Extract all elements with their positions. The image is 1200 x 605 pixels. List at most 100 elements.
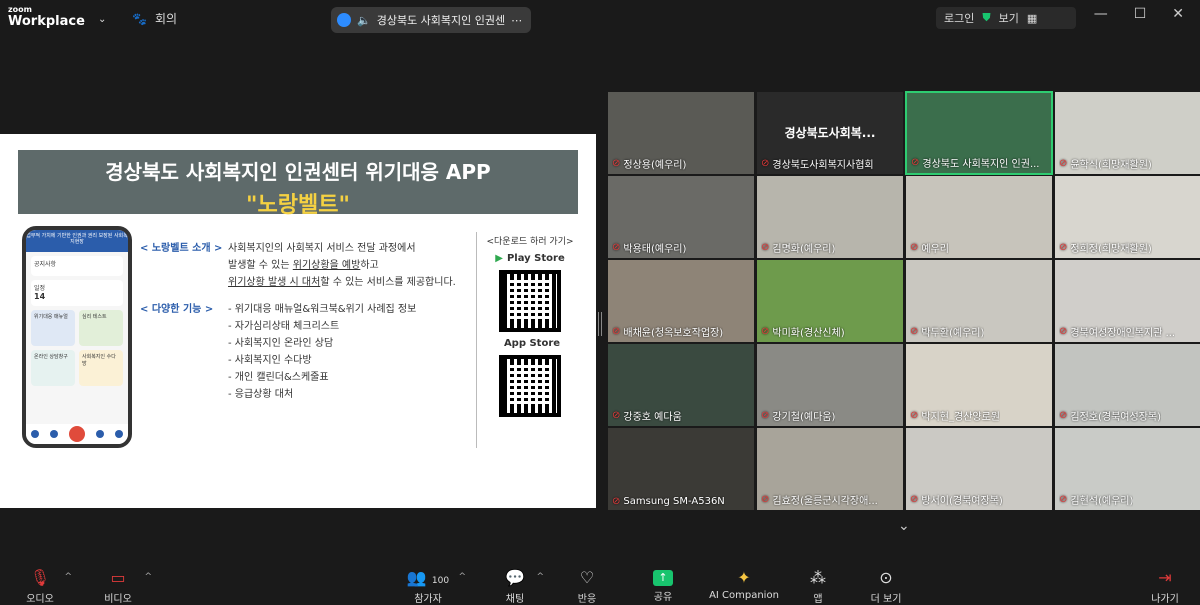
participants-label: 참가자	[414, 594, 442, 605]
participant-tile[interactable]: ⊘ 배채윤(청옥보호작업장)	[607, 259, 755, 343]
participant-tile[interactable]: 경상북도사회복... ⊘ 경상북도사회복지사협회	[756, 91, 904, 175]
ai-companion-button[interactable]: ✦ AI Companion	[708, 568, 780, 601]
phone-nav	[26, 424, 128, 444]
intro-label: < 노랑벨트 소개 >	[140, 243, 223, 254]
participant-name-label: ⊘ 강기철(예다움)	[761, 408, 835, 423]
mic-muted-icon: ⊘	[1059, 158, 1068, 169]
participant-tile[interactable]: ⊘ 강중호 예다움	[607, 343, 755, 427]
login-button[interactable]: 로그인	[944, 10, 974, 26]
phone-cell: 사회복지인 수다방	[79, 350, 123, 386]
leave-button[interactable]: ⇥ 나가기	[1148, 568, 1182, 605]
mic-muted-icon: ⊘	[761, 242, 770, 253]
mic-muted-icon: ⊘	[911, 157, 920, 168]
phone-cell: 위기대응 매뉴얼	[31, 310, 75, 346]
participant-tile[interactable]: ⊘ 방서이(경북여장복)	[905, 427, 1053, 511]
mic-muted-icon: ⊘	[612, 326, 621, 337]
video-button[interactable]: ▭ 비디오 ^	[98, 568, 152, 605]
participant-display-name: 경상북도사회복...	[784, 126, 876, 140]
chevron-up-icon[interactable]: ^	[64, 572, 72, 582]
apps-button[interactable]: ⁂ 앱	[804, 568, 832, 605]
phone-alert: 공지사항	[31, 256, 123, 276]
slide-subtitle: "노랑벨트"	[246, 193, 350, 218]
heart-icon: ♡	[579, 568, 595, 587]
react-label: 반응	[577, 594, 597, 605]
participants-button[interactable]: 👥 100 참가자 ^	[404, 568, 466, 605]
participant-tile[interactable]: ⊘ 정상용(예우리)	[607, 91, 755, 175]
participant-tile[interactable]: ⊘ Samsung SM-A536N	[607, 427, 755, 511]
intro-text: 발생할 수 있는	[228, 260, 293, 271]
phone-cell: 심리 테스트	[79, 310, 123, 346]
participant-tile[interactable]: ⊘ 김현석(예우리)	[1054, 427, 1200, 511]
phone-date: 일정 14	[31, 280, 123, 306]
audio-button[interactable]: 🎙 오디오 ^	[22, 568, 72, 605]
share-button[interactable]: ↑ 공유	[648, 568, 678, 603]
intro-line: 위기상황 발생 시 대처할 수 있는 서비스를 제공합니다.	[228, 274, 480, 291]
participant-tile[interactable]: ⊘ 박지현_경산양로원	[905, 343, 1053, 427]
resize-handle[interactable]	[598, 312, 602, 336]
phone-banner: 업무적 가치에 기반한 인권과 권리 보장된 사회복지현장	[26, 230, 128, 252]
participant-name-label: ⊘ 박미화(경산신체)	[761, 324, 845, 339]
participant-tile[interactable]: ⊘ 예우리	[905, 175, 1053, 259]
participant-name: 박미화(경산신체)	[772, 328, 845, 339]
meeting-menu-button[interactable]: 🐾 회의	[132, 10, 177, 27]
participant-name-label: ⊘ 경상북도사회복지사협회	[761, 156, 874, 171]
video-label: 비디오	[104, 594, 132, 605]
view-grid-icon[interactable]: ▦	[1027, 12, 1037, 25]
meeting-label: 회의	[154, 12, 178, 26]
chevron-down-icon[interactable]: ⌄	[898, 518, 910, 534]
view-button[interactable]: 보기	[999, 10, 1019, 26]
participant-tile[interactable]: ⊘ 경상북도 사회복지인 인권...	[905, 91, 1053, 175]
participant-name-label: ⊘ 김정호(경북여성장복)	[1059, 408, 1161, 423]
participant-tile[interactable]: ⊘ 김효정(울릉군시각장애...	[756, 427, 904, 511]
participant-tile[interactable]: ⊘ 박미화(경산신체)	[756, 259, 904, 343]
mic-muted-icon: ⊘	[910, 242, 919, 253]
participant-name: 박지현_경산양로원	[921, 412, 1000, 423]
intro-text: 할 수 있는 서비스를 제공합니다.	[320, 277, 456, 288]
mic-muted-icon: ⊘	[612, 410, 621, 421]
chevron-up-icon[interactable]: ^	[144, 572, 152, 582]
participant-tile[interactable]: ⊘ 박용태(예우리)	[607, 175, 755, 259]
chevron-up-icon[interactable]: ^	[536, 572, 544, 582]
play-store-text: Play Store	[506, 253, 565, 264]
participant-tile[interactable]: ⊘ 강기철(예다움)	[756, 343, 904, 427]
participant-name: 방서이(경북여장복)	[921, 496, 1003, 507]
alert-icon	[68, 426, 85, 442]
mic-muted-icon: ⊘	[910, 326, 919, 337]
play-store-icon: ▶	[495, 253, 503, 264]
more-button[interactable]: ⊙ 더 보기	[868, 568, 904, 605]
window-controls: — ☐ ✕	[1094, 6, 1200, 22]
participant-name-label: ⊘ 강중호 예다움	[612, 408, 682, 423]
mic-muted-icon: ⊘	[612, 496, 621, 507]
apps-label: 앱	[813, 594, 823, 605]
participant-tile[interactable]: ⊘ 정희정(희망재활원)	[1054, 175, 1200, 259]
participant-tile[interactable]: ⊘ 김정호(경북여성장복)	[1054, 343, 1200, 427]
participant-tile[interactable]: ⊘ 박두환(예우리)	[905, 259, 1053, 343]
features-section: < 다양한 기능 > - 위기대응 매뉴얼&워크북&위기 사례집 정보 - 자가…	[140, 301, 480, 403]
maximize-icon[interactable]: ☐	[1134, 6, 1147, 22]
meeting-toolbar: 🎙 오디오 ^ ▭ 비디오 ^ 👥 100 참가자 ^ 💬 채팅 ^ ♡ 반응 …	[0, 562, 1200, 605]
chevron-up-icon[interactable]: ^	[458, 572, 466, 582]
logo-line2: Workplace	[8, 14, 85, 29]
slide-divider	[476, 232, 477, 448]
meeting-title-pill[interactable]: 🔈 경상북도 사회복지인 인권센 ⋯	[331, 7, 531, 33]
top-right-controls: 로그인 ⛊ 보기 ▦	[936, 7, 1076, 29]
participant-name-label: ⊘ 김현석(예우리)	[1059, 492, 1133, 507]
participant-name-label: ⊘ 정상용(예우리)	[612, 156, 686, 171]
participant-tile[interactable]: ⊘ 김명화(예우리)	[756, 175, 904, 259]
participants-count: 100	[431, 576, 450, 586]
participant-tile[interactable]: ⊘ 윤학식(희망재활원)	[1054, 91, 1200, 175]
minimize-icon[interactable]: —	[1094, 6, 1108, 22]
react-button[interactable]: ♡ 반응	[572, 568, 602, 605]
close-icon[interactable]: ✕	[1172, 6, 1184, 22]
participant-tile[interactable]: ⊘ 경북여성장애인복지관 ...	[1054, 259, 1200, 343]
participant-name: 강중호 예다움	[623, 412, 682, 423]
more-icon[interactable]: ⋯	[511, 14, 522, 27]
mic-muted-icon: ⊘	[612, 242, 621, 253]
chat-button[interactable]: 💬 채팅 ^	[500, 568, 544, 605]
mic-muted-icon: ⊘	[612, 158, 621, 169]
chevron-down-icon[interactable]: ⌄	[98, 14, 106, 25]
title-bar: zoom Workplace ⌄ 🐾 회의 🔈 경상북도 사회복지인 인권센 ⋯…	[0, 0, 1200, 38]
intro-text: 하고	[360, 260, 379, 271]
qr-code	[499, 355, 561, 417]
speaker-icon: 🔈	[357, 13, 371, 27]
